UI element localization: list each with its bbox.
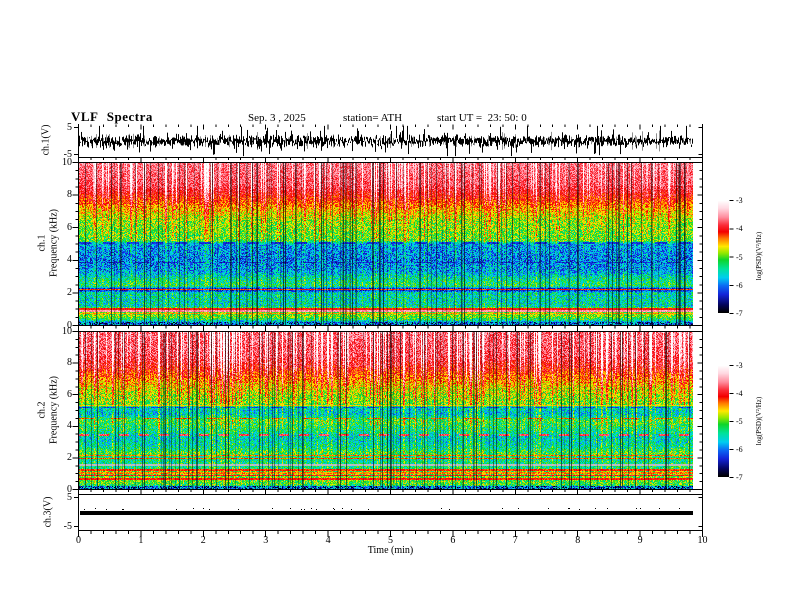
colorbar-1-tick-label: -4 [736,224,743,234]
colorbar-2-tick-label: -4 [736,389,743,398]
ch2-freq-tick-label: 4 [67,420,72,432]
ch1-volt-tick-label: 5 [67,121,72,133]
colorbar-2-label: log(PSD)(V²/Hz) [755,396,763,446]
time-tick-label: 0 [76,535,81,546]
time-tick-label: 6 [450,535,456,546]
time-tick-label: 8 [575,535,581,546]
colorbar-1-tick-label: -3 [736,196,743,205]
ch1-freq-tick-label: 2 [67,286,72,298]
ch2-freq-tick-label: 2 [67,451,72,463]
colorbar-1-label: log(PSD)(V²/Hz) [755,231,763,281]
time-tick-label: 7 [512,535,518,546]
colorbar-1-tick-label: -7 [736,309,743,318]
colorbar-2-tick-label: -3 [736,361,743,370]
ch3-volt-tick-label: 5 [67,491,72,503]
ch2-freq-tick-label: 6 [67,388,72,400]
ch1-freq-axis-label: Frequency (kHz) [48,208,60,278]
ch1-freq-tick-label: 8 [67,189,72,201]
axes-and-ticks [72,124,734,537]
time-tick-label: 2 [200,535,206,546]
time-tick-label: 3 [263,535,269,546]
colorbar-1-tick-label: -5 [736,252,743,262]
vlf-spectra-figure: VLF Spectra Sep. 3 , 2025 station= ATH s… [0,0,792,612]
ch2-freq-tick-label: 8 [67,357,72,369]
colorbar-2-tick-label: -6 [736,445,743,454]
time-tick-label: 10 [697,535,708,546]
time-tick-label: 9 [637,535,643,546]
colorbar-2-tick-label: -7 [736,473,743,482]
ch1-volt-tick-label: -5 [63,148,72,160]
colorbar-1-tick-label: -6 [736,280,743,290]
ch3-volt-tick-label: -5 [63,520,72,532]
ch1-freq-tick-label: 6 [67,221,72,233]
ch1-freq-tick-label: 0 [67,319,72,331]
time-tick-label: 4 [325,535,331,546]
time-tick-label: 5 [388,535,393,546]
ch1-freq-tick-label: 4 [67,254,72,266]
colorbar-2-tick-label: -5 [736,417,743,426]
time-tick-label: 1 [138,535,144,546]
ch2-freq-axis-label: Frequency (kHz) [48,375,60,445]
ch1-axis-label: ch.1 [36,234,48,252]
ch2-axis-label: ch.2 [36,401,48,419]
